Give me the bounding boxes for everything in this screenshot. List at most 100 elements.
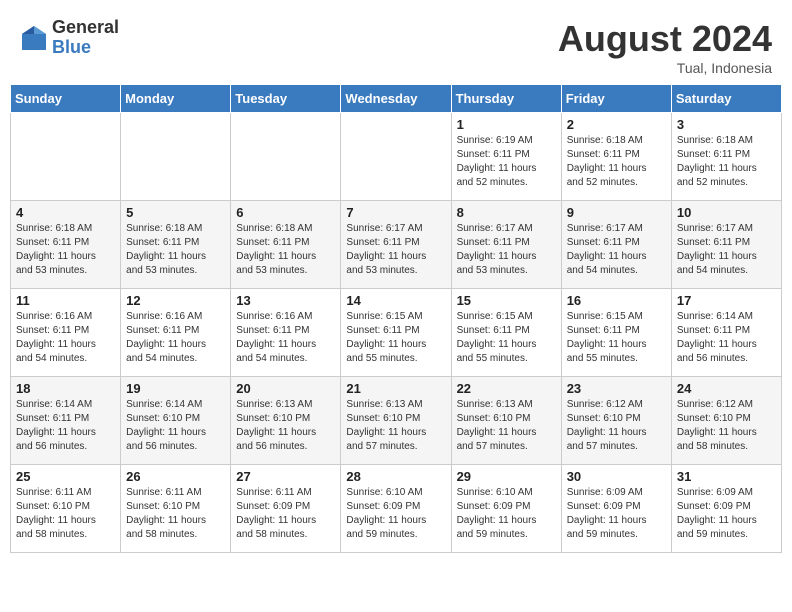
weekday-header-wednesday: Wednesday (341, 85, 451, 113)
day-info: Sunrise: 6:12 AM Sunset: 6:10 PM Dayligh… (677, 398, 776, 454)
calendar-cell: 12Sunrise: 6:16 AM Sunset: 6:11 PM Dayli… (121, 289, 231, 377)
day-info: Sunrise: 6:11 AM Sunset: 6:09 PM Dayligh… (236, 486, 335, 542)
day-number: 22 (457, 381, 556, 396)
day-number: 23 (567, 381, 666, 396)
calendar-cell: 21Sunrise: 6:13 AM Sunset: 6:10 PM Dayli… (341, 377, 451, 465)
week-row-5: 25 Sunrise: 6:11 AM Sunset: 6:10 PM Dayli… (11, 465, 782, 553)
calendar-cell: 11 Sunrise: 6:16 AM Sunset: 6:11 PM Dayli… (11, 289, 121, 377)
day-number: 31 (677, 469, 776, 484)
day-number: 16 (567, 293, 666, 308)
day-number: 27 (236, 469, 335, 484)
day-number: 3 (677, 117, 776, 132)
day-number: 5 (126, 205, 225, 220)
day-info: Sunrise: 6:14 AM Sunset: 6:10 PM Dayligh… (126, 398, 225, 454)
day-info: Sunrise: 6:13 AM Sunset: 6:10 PM Dayligh… (346, 398, 445, 454)
day-number: 7 (346, 205, 445, 220)
day-info: Sunrise: 6:10 AM Sunset: 6:09 PM Dayligh… (457, 486, 556, 542)
day-info: Sunrise: 6:15 AM Sunset: 6:11 PM Dayligh… (346, 310, 445, 366)
logo-icon (20, 24, 48, 52)
calendar-cell: 24 Sunrise: 6:12 AM Sunset: 6:10 PM Dayli… (671, 377, 781, 465)
day-number: 25 (16, 469, 115, 484)
day-info: Sunrise: 6:18 AM Sunset: 6:11 PM Dayligh… (567, 134, 666, 190)
calendar-cell: 1 Sunrise: 6:19 AM Sunset: 6:11 PM Daylig… (451, 113, 561, 201)
weekday-header-monday: Monday (121, 85, 231, 113)
logo-blue: Blue (52, 38, 119, 58)
day-number: 19 (126, 381, 225, 396)
week-row-3: 11 Sunrise: 6:16 AM Sunset: 6:11 PM Dayli… (11, 289, 782, 377)
day-number: 12 (126, 293, 225, 308)
calendar-cell: 16Sunrise: 6:15 AM Sunset: 6:11 PM Dayli… (561, 289, 671, 377)
day-info: Sunrise: 6:16 AM Sunset: 6:11 PM Dayligh… (16, 310, 115, 366)
day-info: Sunrise: 6:14 AM Sunset: 6:11 PM Dayligh… (16, 398, 115, 454)
day-info: Sunrise: 6:19 AM Sunset: 6:11 PM Dayligh… (457, 134, 556, 190)
day-number: 8 (457, 205, 556, 220)
logo: General Blue (20, 18, 119, 58)
day-number: 14 (346, 293, 445, 308)
day-info: Sunrise: 6:10 AM Sunset: 6:09 PM Dayligh… (346, 486, 445, 542)
day-info: Sunrise: 6:18 AM Sunset: 6:11 PM Dayligh… (126, 222, 225, 278)
day-info: Sunrise: 6:18 AM Sunset: 6:11 PM Dayligh… (677, 134, 776, 190)
calendar-cell: 15Sunrise: 6:15 AM Sunset: 6:11 PM Dayli… (451, 289, 561, 377)
weekday-header-sunday: Sunday (11, 85, 121, 113)
day-number: 13 (236, 293, 335, 308)
day-info: Sunrise: 6:09 AM Sunset: 6:09 PM Dayligh… (677, 486, 776, 542)
day-number: 15 (457, 293, 556, 308)
day-info: Sunrise: 6:11 AM Sunset: 6:10 PM Dayligh… (16, 486, 115, 542)
day-info: Sunrise: 6:09 AM Sunset: 6:09 PM Dayligh… (567, 486, 666, 542)
calendar-cell: 17Sunrise: 6:14 AM Sunset: 6:11 PM Dayli… (671, 289, 781, 377)
day-info: Sunrise: 6:13 AM Sunset: 6:10 PM Dayligh… (236, 398, 335, 454)
day-info: Sunrise: 6:17 AM Sunset: 6:11 PM Dayligh… (677, 222, 776, 278)
calendar-cell: 3 Sunrise: 6:18 AM Sunset: 6:11 PM Daylig… (671, 113, 781, 201)
week-row-1: 1 Sunrise: 6:19 AM Sunset: 6:11 PM Daylig… (11, 113, 782, 201)
calendar-cell: 2 Sunrise: 6:18 AM Sunset: 6:11 PM Daylig… (561, 113, 671, 201)
day-number: 1 (457, 117, 556, 132)
day-info: Sunrise: 6:11 AM Sunset: 6:10 PM Dayligh… (126, 486, 225, 542)
day-number: 11 (16, 293, 115, 308)
week-row-2: 4 Sunrise: 6:18 AM Sunset: 6:11 PM Daylig… (11, 201, 782, 289)
logo-text: General Blue (52, 18, 119, 58)
calendar-cell: 10Sunrise: 6:17 AM Sunset: 6:11 PM Dayli… (671, 201, 781, 289)
calendar-cell: 27 Sunrise: 6:11 AM Sunset: 6:09 PM Dayli… (231, 465, 341, 553)
day-number: 2 (567, 117, 666, 132)
calendar-cell: 19 Sunrise: 6:14 AM Sunset: 6:10 PM Dayli… (121, 377, 231, 465)
day-number: 4 (16, 205, 115, 220)
logo-general: General (52, 18, 119, 38)
day-info: Sunrise: 6:16 AM Sunset: 6:11 PM Dayligh… (236, 310, 335, 366)
day-number: 28 (346, 469, 445, 484)
calendar-cell: 22 Sunrise: 6:13 AM Sunset: 6:10 PM Dayli… (451, 377, 561, 465)
calendar-cell (341, 113, 451, 201)
weekday-header-tuesday: Tuesday (231, 85, 341, 113)
day-number: 6 (236, 205, 335, 220)
calendar-cell: 31 Sunrise: 6:09 AM Sunset: 6:09 PM Dayli… (671, 465, 781, 553)
week-row-4: 18 Sunrise: 6:14 AM Sunset: 6:11 PM Dayli… (11, 377, 782, 465)
calendar-cell: 28 Sunrise: 6:10 AM Sunset: 6:09 PM Dayli… (341, 465, 451, 553)
day-info: Sunrise: 6:12 AM Sunset: 6:10 PM Dayligh… (567, 398, 666, 454)
calendar-cell: 13 Sunrise: 6:16 AM Sunset: 6:11 PM Dayli… (231, 289, 341, 377)
calendar-cell: 18 Sunrise: 6:14 AM Sunset: 6:11 PM Dayli… (11, 377, 121, 465)
calendar-cell: 23 Sunrise: 6:12 AM Sunset: 6:10 PM Dayli… (561, 377, 671, 465)
calendar-cell (121, 113, 231, 201)
day-number: 18 (16, 381, 115, 396)
calendar-table: SundayMondayTuesdayWednesdayThursdayFrid… (10, 84, 782, 553)
day-info: Sunrise: 6:18 AM Sunset: 6:11 PM Dayligh… (236, 222, 335, 278)
day-number: 26 (126, 469, 225, 484)
calendar-cell: 6 Sunrise: 6:18 AM Sunset: 6:11 PM Daylig… (231, 201, 341, 289)
day-number: 30 (567, 469, 666, 484)
day-info: Sunrise: 6:18 AM Sunset: 6:11 PM Dayligh… (16, 222, 115, 278)
day-number: 24 (677, 381, 776, 396)
day-info: Sunrise: 6:17 AM Sunset: 6:11 PM Dayligh… (567, 222, 666, 278)
calendar-cell: 25 Sunrise: 6:11 AM Sunset: 6:10 PM Dayli… (11, 465, 121, 553)
weekday-header-row: SundayMondayTuesdayWednesdayThursdayFrid… (11, 85, 782, 113)
calendar-cell: 14 Sunrise: 6:15 AM Sunset: 6:11 PM Dayli… (341, 289, 451, 377)
calendar-cell: 20Sunrise: 6:13 AM Sunset: 6:10 PM Dayli… (231, 377, 341, 465)
title-block: August 2024 Tual, Indonesia (558, 18, 772, 76)
location: Tual, Indonesia (558, 60, 772, 76)
month-title: August 2024 (558, 18, 772, 60)
calendar-cell: 29 Sunrise: 6:10 AM Sunset: 6:09 PM Dayli… (451, 465, 561, 553)
calendar-cell: 7 Sunrise: 6:17 AM Sunset: 6:11 PM Daylig… (341, 201, 451, 289)
day-info: Sunrise: 6:13 AM Sunset: 6:10 PM Dayligh… (457, 398, 556, 454)
day-info: Sunrise: 6:17 AM Sunset: 6:11 PM Dayligh… (346, 222, 445, 278)
day-info: Sunrise: 6:17 AM Sunset: 6:11 PM Dayligh… (457, 222, 556, 278)
calendar-cell (231, 113, 341, 201)
day-number: 29 (457, 469, 556, 484)
